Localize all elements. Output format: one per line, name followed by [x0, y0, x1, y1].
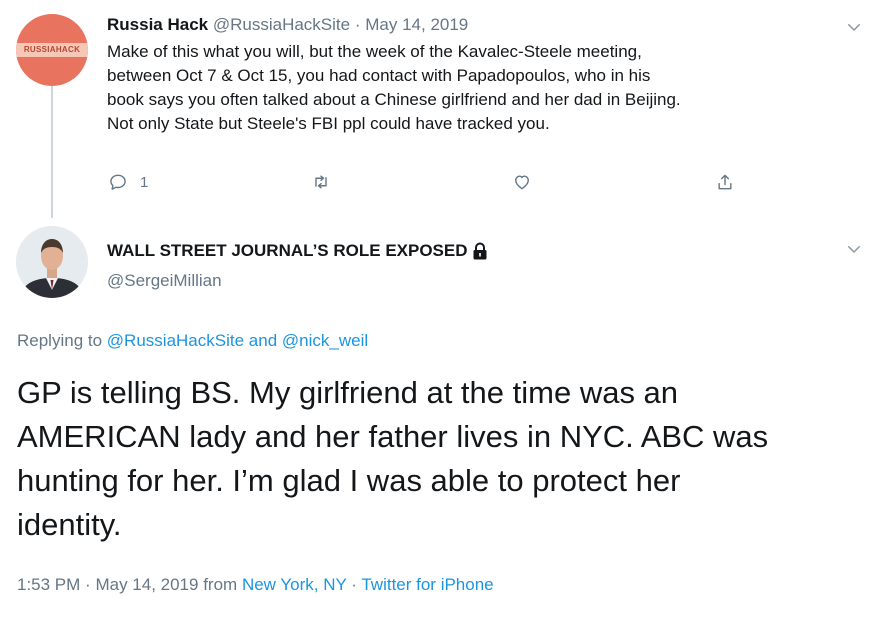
- reply-and-label: and: [248, 331, 278, 350]
- from-label: from: [203, 575, 238, 594]
- tweet-text-line: identity.: [17, 507, 122, 542]
- tweet-text: Make of this what you will, but the week…: [107, 40, 867, 136]
- replying-to: Replying to @RussiaHackSite and @nick_we…: [17, 329, 368, 353]
- separator: ·: [351, 575, 357, 594]
- location-link[interactable]: New York, NY: [242, 575, 347, 594]
- tweet-date[interactable]: May 14, 2019: [365, 15, 468, 34]
- replying-to-label: Replying to: [17, 331, 103, 350]
- tweet-text-line: hunting for her. I’m glad I was able to …: [17, 463, 681, 498]
- reply-count: 1: [140, 173, 149, 191]
- display-name[interactable]: Russia Hack: [107, 15, 208, 34]
- tweet-text: GP is telling BS. My girlfriend at the t…: [17, 371, 857, 547]
- avatar[interactable]: [16, 226, 88, 298]
- share-button[interactable]: [715, 172, 735, 192]
- author-line: WALL STREET JOURNAL’S ROLE EXPOSED: [107, 239, 488, 263]
- reply-icon: [108, 172, 128, 192]
- lock-icon: [472, 242, 488, 260]
- tweet-text-line: AMERICAN lady and her father lives in NY…: [17, 419, 769, 454]
- handle[interactable]: @RussiaHackSite: [213, 15, 350, 34]
- retweet-icon: [311, 172, 331, 192]
- avatar[interactable]: RUSSIAHACK: [16, 14, 88, 86]
- tweet-actions: 1: [0, 172, 884, 196]
- tweet-text-line: GP is telling BS. My girlfriend at the t…: [17, 375, 679, 410]
- tweet-metadata: 1:53 PM · May 14, 2019 from New York, NY…: [17, 573, 494, 597]
- display-name[interactable]: WALL STREET JOURNAL’S ROLE EXPOSED: [107, 239, 468, 263]
- tweet-text-line: Make of this what you will, but the week…: [107, 42, 642, 61]
- thread-line: [51, 86, 53, 218]
- reply-mention-link[interactable]: @nick_weil: [282, 331, 368, 350]
- chevron-down-icon[interactable]: [845, 18, 863, 36]
- source-link[interactable]: Twitter for iPhone: [361, 575, 493, 594]
- share-icon: [715, 172, 735, 192]
- separator: ·: [354, 15, 361, 34]
- tweet-text-line: between Oct 7 & Oct 15, you had contact …: [107, 66, 651, 85]
- tweet-time[interactable]: 1:53 PM: [17, 575, 80, 594]
- heart-icon: [512, 172, 532, 192]
- chevron-down-icon[interactable]: [845, 240, 863, 258]
- avatar-logo-text: RUSSIAHACK: [16, 43, 88, 57]
- tweet-text-line: book says you often talked about a Chine…: [107, 90, 681, 109]
- reply-mention-link[interactable]: @RussiaHackSite: [107, 331, 244, 350]
- separator: ·: [85, 575, 91, 594]
- reply-button[interactable]: 1: [108, 172, 148, 192]
- retweet-button[interactable]: [311, 172, 331, 192]
- tweet-text-line: Not only State but Steele's FBI ppl coul…: [107, 114, 550, 133]
- tweet-date[interactable]: May 14, 2019: [95, 575, 198, 594]
- handle[interactable]: @SergeiMillian: [107, 270, 222, 292]
- like-button[interactable]: [512, 172, 532, 192]
- tweet-header: Russia Hack @RussiaHackSite · May 14, 20…: [107, 14, 468, 36]
